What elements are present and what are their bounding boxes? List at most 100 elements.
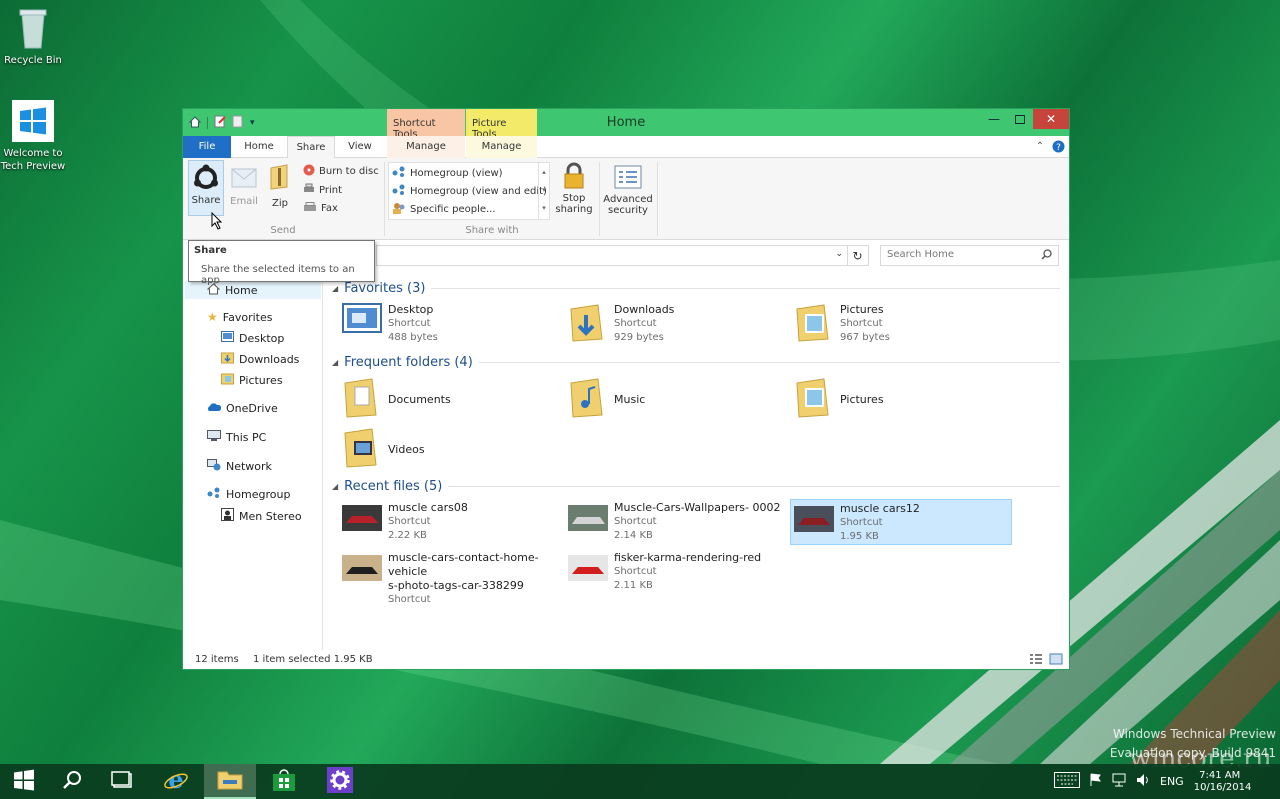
help-icon[interactable]: ? xyxy=(1051,136,1065,158)
gear-icon xyxy=(327,767,353,796)
desktop-icon-welcome[interactable]: Welcome to Tech Preview xyxy=(0,100,66,173)
recent-file-tile[interactable]: fisker-karma-rendering-red Shortcut 2.11 K… xyxy=(568,551,788,597)
folder-tile-documents[interactable]: Documents xyxy=(342,377,562,423)
large-icons-view-icon[interactable] xyxy=(1049,653,1063,668)
recent-file-tile[interactable]: muscle-cars-contact-home-vehicle s-photo-… xyxy=(342,551,564,605)
favorite-tile-desktop[interactable]: Desktop Shortcut 488 bytes xyxy=(342,303,562,349)
zip-button[interactable]: Zip xyxy=(263,160,297,216)
tab-home[interactable]: Home xyxy=(235,136,283,158)
nav-desktop[interactable]: Desktop xyxy=(221,331,284,345)
recent-file-tile[interactable]: muscle cars08 Shortcut 2.22 KB xyxy=(342,501,562,547)
touch-keyboard-icon[interactable] xyxy=(1054,772,1080,791)
collapse-icon: ◢ xyxy=(332,482,339,491)
volume-icon[interactable] xyxy=(1136,773,1150,790)
section-frequent-folders[interactable]: ◢ Frequent folders (4) xyxy=(332,355,1060,370)
share-button[interactable]: Share xyxy=(188,160,224,216)
network-icon[interactable] xyxy=(1112,773,1126,790)
computer-icon xyxy=(207,430,221,445)
recent-file-tile-selected[interactable]: muscle cars12 Shortcut 1.95 KB xyxy=(790,499,1012,545)
nav-pictures[interactable]: Pictures xyxy=(221,373,283,388)
car-thumbnail-icon xyxy=(794,506,834,542)
folder-tile-pictures[interactable]: Pictures xyxy=(794,377,1014,423)
close-button[interactable]: ✕ xyxy=(1033,109,1069,129)
group-label-share-with: Share with xyxy=(465,225,519,236)
music-folder-icon xyxy=(568,377,608,423)
folder-tile-videos[interactable]: Videos xyxy=(342,427,562,473)
email-button[interactable]: Email xyxy=(227,160,261,216)
item-count: 12 items xyxy=(195,654,239,665)
desktop-icon-recycle-bin[interactable]: Recycle Bin xyxy=(0,6,66,66)
search-icon[interactable] xyxy=(1041,249,1052,263)
details-view-icon[interactable] xyxy=(1029,653,1043,668)
refresh-button[interactable]: ↻ xyxy=(847,245,869,266)
homegroup-icon xyxy=(207,487,221,501)
burn-to-disc-button[interactable]: Burn to disc xyxy=(303,164,379,179)
recent-file-tile[interactable]: Muscle-Cars-Wallpapers- 0002 Shortcut 2.14… xyxy=(568,501,788,547)
clock-date: 10/16/2014 xyxy=(1193,781,1252,793)
tab-share[interactable]: Share xyxy=(287,136,335,159)
search-button[interactable] xyxy=(48,764,96,799)
star-icon: ★ xyxy=(207,310,218,324)
nav-men-stereo[interactable]: Men Stereo xyxy=(221,508,302,524)
people-icon xyxy=(392,202,406,217)
folder-tile-music[interactable]: Music xyxy=(568,377,788,423)
tab-file[interactable]: File xyxy=(183,136,231,158)
system-tray: ENG 7:41 AM 10/16/2014 xyxy=(1054,764,1252,799)
section-recent-files[interactable]: ◢ Recent files (5) xyxy=(332,479,1060,494)
share-with-gallery: Homegroup (view) Homegroup (view and edi… xyxy=(388,162,550,220)
desktop-icon xyxy=(342,303,382,349)
maximize-button[interactable] xyxy=(1007,109,1033,129)
tab-view[interactable]: View xyxy=(336,136,384,158)
nav-homegroup[interactable]: Homegroup xyxy=(207,487,290,501)
share-tooltip: Share Share the selected items to an app xyxy=(188,240,375,286)
printer-icon xyxy=(303,183,315,197)
car-thumbnail-icon xyxy=(568,555,608,597)
favorite-tile-pictures[interactable]: Pictures Shortcut 967 bytes xyxy=(794,303,1014,349)
settings-button[interactable] xyxy=(316,764,364,799)
nav-favorites[interactable]: ★ Favorites xyxy=(207,310,272,324)
tooltip-title: Share xyxy=(194,245,227,256)
print-button[interactable]: Print xyxy=(303,183,342,197)
title-bar[interactable]: ▾ Shortcut Tools Picture Tools Home — ✕ xyxy=(183,109,1069,140)
group-separator xyxy=(599,162,600,236)
fax-button[interactable]: Fax xyxy=(303,202,338,215)
tab-manage-shortcut[interactable]: Manage xyxy=(387,136,465,158)
collapse-ribbon-icon[interactable]: ⌃ xyxy=(1033,136,1047,158)
file-explorer-window: ▾ Shortcut Tools Picture Tools Home — ✕ … xyxy=(182,108,1070,670)
ribbon-share: Share Email Zip Burn to disc Print Fax S… xyxy=(183,158,1069,240)
homegroup-icon xyxy=(392,166,406,180)
minimize-button[interactable]: — xyxy=(981,109,1007,129)
language-indicator[interactable]: ENG xyxy=(1160,775,1184,788)
collapse-icon: ◢ xyxy=(332,358,339,367)
pictures-folder-icon xyxy=(794,303,834,349)
nav-this-pc[interactable]: This PC xyxy=(207,430,266,445)
nav-onedrive[interactable]: OneDrive xyxy=(207,402,278,415)
task-view-button[interactable] xyxy=(98,764,146,799)
start-button[interactable] xyxy=(0,764,48,799)
address-dropdown-icon[interactable]: ⌄ xyxy=(835,249,843,259)
tab-manage-picture[interactable]: Manage xyxy=(466,136,537,158)
share-specific-people[interactable]: Specific people... xyxy=(392,202,496,217)
nav-downloads[interactable]: Downloads xyxy=(221,352,299,367)
internet-explorer-button[interactable]: e xyxy=(152,764,200,799)
zip-folder-icon xyxy=(263,164,297,193)
address-bar[interactable]: ⌄ xyxy=(376,245,848,266)
content-pane: ◢ Favorites (3) Desktop Shortcut 488 bytes … xyxy=(324,277,1069,650)
share-homegroup-view-edit[interactable]: Homegroup (view and edit) xyxy=(392,184,547,198)
search-input[interactable]: Search Home xyxy=(880,245,1059,266)
stop-sharing-button[interactable]: Stop sharing xyxy=(553,160,595,218)
email-icon xyxy=(227,168,261,191)
share-homegroup-view[interactable]: Homegroup (view) xyxy=(392,166,503,180)
selection-info: 1 item selected 1.95 KB xyxy=(253,654,373,665)
store-button[interactable] xyxy=(260,764,308,799)
file-explorer-taskbar-button[interactable] xyxy=(204,764,256,799)
gallery-scroll[interactable]: ▴ ▾ ▾ xyxy=(538,163,549,219)
advanced-security-button[interactable]: Advanced security xyxy=(603,160,653,218)
favorite-tile-downloads[interactable]: Downloads Shortcut 929 bytes xyxy=(568,303,788,349)
share-icon xyxy=(189,164,223,195)
nav-network[interactable]: Network xyxy=(207,459,272,474)
clock[interactable]: 7:41 AM 10/16/2014 xyxy=(1193,770,1252,794)
user-icon xyxy=(221,508,234,524)
section-favorites[interactable]: ◢ Favorites (3) xyxy=(332,281,1060,296)
action-center-flag-icon[interactable] xyxy=(1090,773,1102,790)
